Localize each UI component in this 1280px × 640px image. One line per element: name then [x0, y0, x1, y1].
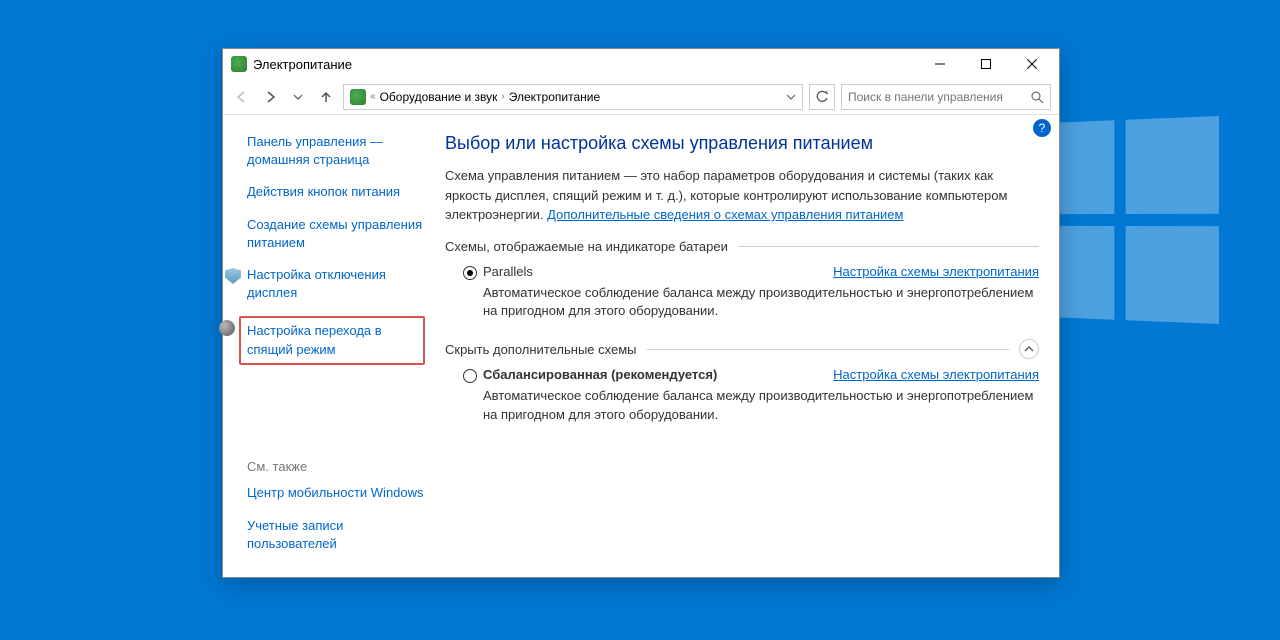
close-button[interactable]	[1009, 49, 1055, 79]
scheme-balanced-settings-link[interactable]: Настройка схемы электропитания	[833, 367, 1039, 382]
sidebar-home-link[interactable]: Панель управления — домашняя страница	[247, 133, 425, 169]
scheme-parallels-desc: Автоматическое соблюдение баланса между …	[445, 284, 1039, 322]
sidebar-sleep-link[interactable]: Настройка перехода в спящий режим	[239, 316, 425, 364]
help-button[interactable]: ?	[1033, 119, 1051, 137]
nav-row: « Оборудование и звук › Электропитание	[223, 79, 1059, 115]
intro-text: Схема управления питанием — это набор па…	[445, 166, 1039, 225]
minimize-button[interactable]	[917, 49, 963, 79]
collapse-button[interactable]	[1019, 339, 1039, 359]
sidebar-mobility-link[interactable]: Центр мобильности Windows	[247, 484, 425, 502]
scheme-balanced-radio[interactable]	[463, 369, 477, 383]
titlebar: Электропитание	[223, 49, 1059, 79]
power-icon	[350, 89, 366, 105]
shown-schemes-label: Схемы, отображаемые на индикаторе батаре…	[445, 239, 1039, 254]
control-panel-window: Электропитание « Оборудование и звук ›	[222, 48, 1060, 578]
scheme-parallels-name[interactable]: Parallels	[483, 264, 833, 279]
power-icon	[231, 56, 247, 72]
main-panel: Выбор или настройка схемы управления пит…	[435, 115, 1059, 577]
forward-button[interactable]	[259, 86, 281, 108]
page-heading: Выбор или настройка схемы управления пит…	[445, 133, 1039, 154]
breadcrumb-hardware[interactable]: Оборудование и звук	[380, 90, 498, 104]
recent-dropdown[interactable]	[287, 86, 309, 108]
sidebar: Панель управления — домашняя страница Де…	[223, 115, 435, 577]
learn-more-link[interactable]: Дополнительные сведения о схемах управле…	[547, 207, 903, 222]
shield-icon	[225, 268, 241, 284]
hide-extra-label: Скрыть дополнительные схемы	[445, 342, 637, 357]
scheme-balanced-name[interactable]: Сбалансированная (рекомендуется)	[483, 367, 833, 382]
sidebar-accounts-link[interactable]: Учетные записи пользователей	[247, 517, 425, 553]
chevron-right-icon: ›	[501, 91, 504, 102]
breadcrumb-power[interactable]: Электропитание	[509, 90, 600, 104]
sidebar-display-off-link[interactable]: Настройка отключения дисплея	[247, 266, 425, 302]
breadcrumb-sep: «	[370, 91, 376, 102]
back-button[interactable]	[231, 86, 253, 108]
address-bar[interactable]: « Оборудование и звук › Электропитание	[343, 84, 803, 110]
scheme-parallels-settings-link[interactable]: Настройка схемы электропитания	[833, 264, 1039, 279]
see-also-heading: См. также	[247, 459, 425, 474]
search-input[interactable]	[848, 90, 1024, 104]
search-icon[interactable]	[1030, 90, 1044, 104]
scheme-balanced-desc: Автоматическое соблюдение баланса между …	[445, 387, 1039, 425]
sidebar-power-buttons-link[interactable]: Действия кнопок питания	[247, 183, 425, 201]
maximize-button[interactable]	[963, 49, 1009, 79]
search-box[interactable]	[841, 84, 1051, 110]
refresh-button[interactable]	[809, 84, 835, 110]
sidebar-create-scheme-link[interactable]: Создание схемы управления питанием	[247, 216, 425, 252]
up-button[interactable]	[315, 86, 337, 108]
chevron-down-icon[interactable]	[786, 92, 796, 102]
window-title: Электропитание	[253, 57, 917, 72]
scheme-parallels-radio[interactable]	[463, 266, 477, 280]
moon-icon	[219, 320, 235, 336]
